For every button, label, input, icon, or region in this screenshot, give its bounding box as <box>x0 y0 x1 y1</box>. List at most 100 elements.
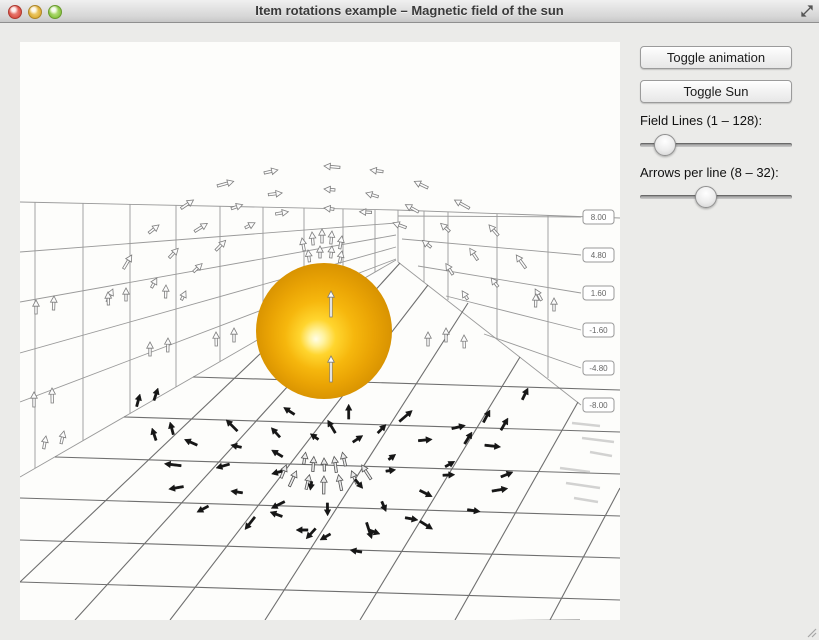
fullscreen-icon[interactable] <box>800 4 814 18</box>
field-arrow <box>379 500 389 513</box>
field-arrow <box>328 231 336 245</box>
field-arrow <box>183 436 198 448</box>
grid-line <box>484 334 581 368</box>
field-arrow <box>213 332 220 346</box>
grid-line <box>20 315 301 620</box>
field-arrow <box>551 298 558 311</box>
field-arrow <box>405 514 419 523</box>
scene-viewport-3d[interactable]: 8.004.801.60-1.60-4.80-8.00 <box>20 42 620 620</box>
field-arrow <box>336 235 345 249</box>
axis-tick-label: -1.60 <box>583 323 614 337</box>
field-arrow <box>286 469 299 487</box>
axis-tick-label: 8.00 <box>583 210 614 224</box>
arrows-per-line-slider[interactable] <box>640 186 792 208</box>
field-arrow <box>461 335 468 348</box>
axis-tick-label: 4.80 <box>583 248 614 262</box>
toggle-sun-button[interactable]: Toggle Sun <box>640 80 792 103</box>
field-arrow <box>420 238 433 250</box>
field-arrow <box>147 222 161 235</box>
grid-line <box>20 202 396 210</box>
window-resize-grip[interactable] <box>805 626 817 638</box>
field-arrow <box>162 285 169 298</box>
field-arrow <box>33 300 40 314</box>
window-title: Item rotations example – Magnetic field … <box>0 0 819 22</box>
svg-text:1.60: 1.60 <box>591 289 607 298</box>
grid-line <box>193 377 620 390</box>
field-arrow <box>230 488 243 496</box>
edge-on-label-dash <box>572 423 600 426</box>
field-arrow <box>191 261 204 274</box>
field-arrow <box>324 503 331 516</box>
field-arrow <box>121 253 135 270</box>
edge-on-label-dash <box>582 438 614 442</box>
slider-handle[interactable] <box>695 186 717 208</box>
field-arrow <box>319 229 326 243</box>
field-arrow <box>133 393 143 407</box>
toggle-animation-button[interactable]: Toggle animation <box>640 46 792 69</box>
titlebar[interactable]: Item rotations example – Magnetic field … <box>0 0 819 23</box>
field-arrow <box>58 430 67 444</box>
field-arrow <box>244 220 257 231</box>
field-arrow <box>31 392 38 407</box>
field-arrow <box>195 503 210 515</box>
field-arrow <box>349 547 362 556</box>
field-arrow <box>321 458 328 471</box>
field-arrow <box>425 332 432 346</box>
svg-text:-1.60: -1.60 <box>589 326 608 335</box>
field-arrow <box>149 427 159 441</box>
grid-line <box>398 216 581 217</box>
field-arrow <box>304 526 318 541</box>
axis-tick-label: 1.60 <box>583 286 614 300</box>
edge-on-label-dash <box>574 498 598 502</box>
grid-line <box>20 498 620 516</box>
field-arrow <box>451 422 466 432</box>
field-arrow <box>167 246 181 260</box>
field-arrow <box>498 416 511 431</box>
field-arrow <box>179 197 195 211</box>
field-arrow <box>387 452 398 463</box>
field-arrow <box>50 296 57 310</box>
scene-svg: 8.004.801.60-1.60-4.80-8.00 <box>20 42 620 620</box>
field-arrow <box>438 221 451 234</box>
field-arrow <box>413 178 429 190</box>
field-arrow <box>275 208 289 217</box>
field-arrow <box>418 436 433 444</box>
field-arrow <box>486 223 500 238</box>
slider-handle[interactable] <box>654 134 676 156</box>
field-arrow <box>418 518 434 532</box>
grid-line <box>446 296 581 330</box>
field-arrow <box>418 487 433 499</box>
field-lines-label: Field Lines (1 – 128): <box>640 113 762 128</box>
svg-text:8.00: 8.00 <box>591 213 607 222</box>
field-arrow <box>123 288 130 301</box>
field-arrow <box>164 460 182 469</box>
field-arrow <box>375 422 388 435</box>
field-arrow <box>467 506 481 514</box>
field-arrow <box>40 435 49 449</box>
grid-line <box>418 266 581 293</box>
edge-on-label-dash <box>566 483 600 488</box>
field-arrow <box>269 509 283 520</box>
field-arrow <box>339 452 349 467</box>
field-arrow <box>309 232 317 246</box>
field-arrow <box>296 527 308 534</box>
field-arrow <box>270 447 285 459</box>
field-arrow <box>193 221 209 235</box>
field-arrow <box>327 246 335 259</box>
svg-text:-4.80: -4.80 <box>589 364 608 373</box>
edge-on-label-dash <box>590 452 612 456</box>
field-arrow <box>392 220 407 231</box>
svg-text:4.80: 4.80 <box>591 251 607 260</box>
field-arrow <box>263 167 278 177</box>
field-lines-slider[interactable] <box>640 134 792 156</box>
field-arrow <box>151 387 161 401</box>
field-arrow <box>213 238 228 253</box>
field-arrow <box>453 197 471 211</box>
field-arrow <box>270 499 286 512</box>
sun-sphere <box>256 263 392 399</box>
field-arrow <box>345 404 352 419</box>
field-arrow <box>324 163 341 171</box>
grid-line <box>124 417 620 432</box>
field-arrow <box>404 202 420 215</box>
field-arrow <box>351 433 365 445</box>
